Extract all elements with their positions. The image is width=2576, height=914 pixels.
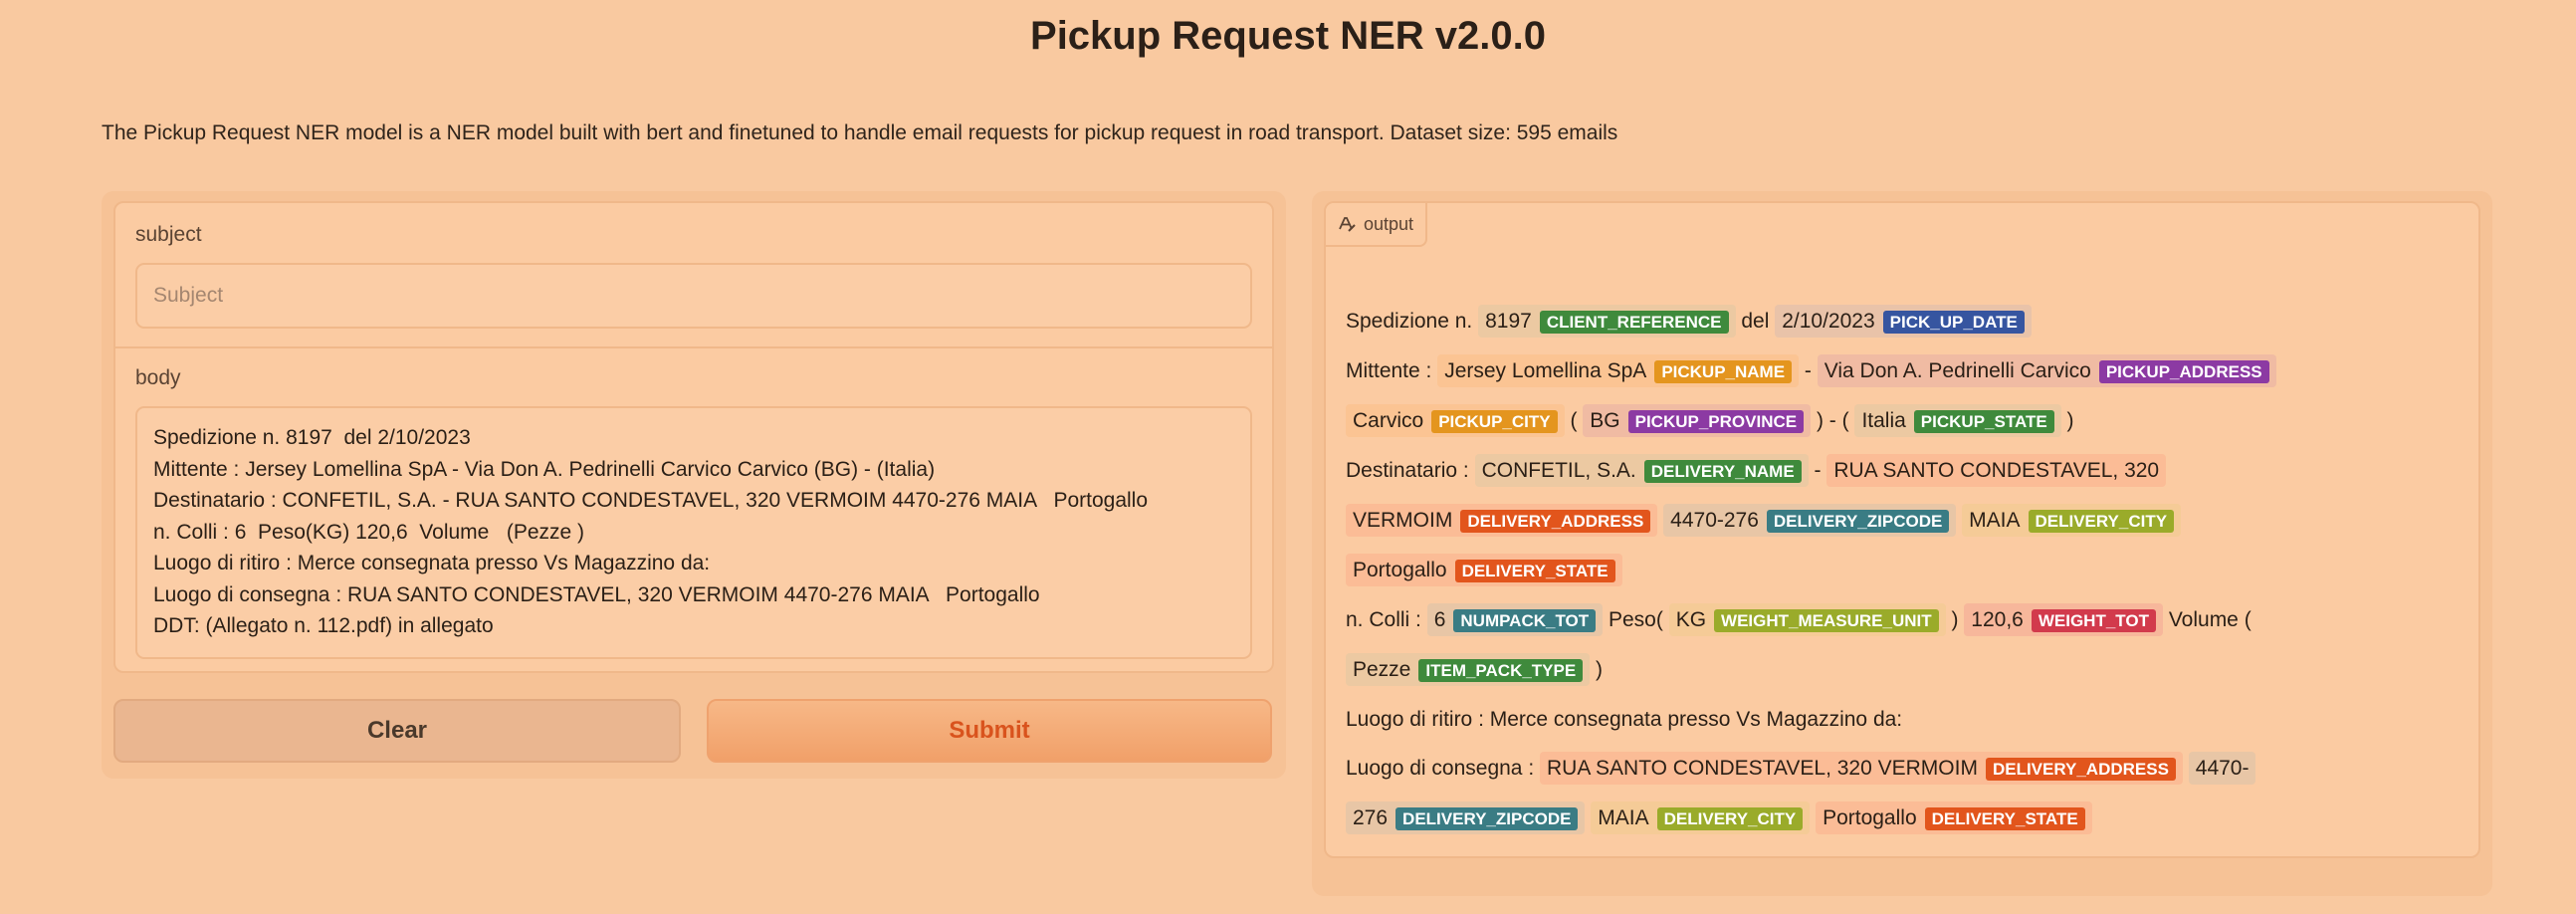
entity-label-badge: WEIGHT_TOT [2031, 609, 2156, 632]
plain-text-segment: - [1808, 459, 1827, 482]
entity-label-badge: CLIENT_REFERENCE [1539, 311, 1729, 334]
entity-label-badge: PICKUP_NAME [1654, 360, 1793, 383]
input-form: subject body Spedizione n. 8197 del 2/10… [113, 201, 1274, 673]
entity-span: Pezze ITEM_PACK_TYPE [1346, 653, 1591, 686]
page-title: Pickup Request NER v2.0.0 [1030, 14, 1546, 58]
entity-span: 120,6 WEIGHT_TOT [1964, 603, 2163, 636]
plain-text-segment [2276, 359, 2282, 382]
entity-text: Via Don A. Pedrinelli Carvico [1824, 359, 2091, 382]
entity-label-badge: DELIVERY_STATE [1924, 807, 2085, 830]
output-tag: output [1326, 203, 1428, 247]
plain-text-segment: Volume ( [2162, 608, 2257, 631]
entity-span: Via Don A. Pedrinelli Carvico PICKUP_ADDR… [1817, 354, 2276, 387]
entity-label-badge: PICKUP_PROVINCE [1627, 410, 1805, 433]
entity-text: Portogallo [1353, 559, 1447, 581]
subject-input[interactable] [135, 263, 1252, 329]
entity-label-badge: PICKUP_CITY [1431, 410, 1558, 433]
entity-span: Italia PICKUP_STATE [1854, 404, 2061, 437]
entity-label-badge: DELIVERY_NAME [1643, 460, 1802, 483]
plain-text-segment: DDT: (Allegato n. 112.pdf) in allegato [1346, 856, 1686, 858]
plain-text-segment [2181, 509, 2187, 532]
entity-text: 6 [1433, 608, 1446, 631]
entity-label-badge: WEIGHT_MEASURE_UNIT [1714, 609, 1939, 632]
plain-text-segment: - [1799, 359, 1818, 382]
entity-label-badge: DELIVERY_CITY [1656, 807, 1804, 830]
entity-text: CONFETIL, S.A. [1481, 459, 1636, 482]
entity-text: Pezze [1353, 658, 1411, 681]
entity-span: Portogallo DELIVERY_STATE [1816, 801, 2092, 834]
entity-span: CONFETIL, S.A. DELIVERY_NAME [1474, 454, 1809, 487]
entity-span: Jersey Lomellina SpA PICKUP_NAME [1437, 354, 1800, 387]
entity-label-badge: NUMPACK_TOT [1453, 609, 1597, 632]
entity-label-badge: DELIVERY_ZIPCODE [1766, 510, 1950, 533]
plain-text-segment: Peso( [1603, 608, 1669, 631]
ner-highlighted-text: Spedizione n. 8197 CLIENT_REFERENCE del 2… [1346, 297, 2457, 858]
entity-label-badge: DELIVERY_ADDRESS [1985, 758, 2176, 781]
entity-label-badge: PICKUP_ADDRESS [2098, 360, 2269, 383]
entity-span: 6 NUMPACK_TOT [1426, 603, 1604, 636]
entity-text: 2/10/2023 [1782, 310, 1875, 333]
entity-label-badge: DELIVERY_CITY [2028, 510, 2175, 533]
entity-span: Portogallo DELIVERY_STATE [1346, 554, 1622, 586]
entity-span: RUA SANTO CONDESTAVEL, 320 VERMOIM DELIVE… [1540, 752, 2183, 785]
field-divider [115, 346, 1272, 348]
entity-text: MAIA [1969, 509, 2021, 532]
output-label: output [1364, 213, 1414, 234]
entity-span: 4470-276 DELIVERY_ZIPCODE [1663, 504, 1957, 537]
entity-label-badge: PICKUP_STATE [1913, 410, 2054, 433]
entity-label-badge: DELIVERY_ADDRESS [1460, 510, 1651, 533]
plain-text-segment: n. Colli : [1346, 608, 1421, 631]
subject-label: subject [135, 223, 202, 246]
plain-text-segment: Spedizione n. [1346, 310, 1479, 333]
entity-text: 4470-276 [1670, 509, 1759, 532]
entity-span: 2/10/2023 PICK_UP_DATE [1775, 305, 2032, 338]
plain-text-segment: ( [1564, 409, 1584, 432]
clear-button[interactable]: Clear [113, 699, 681, 763]
output-card: output Spedizione n. 8197 CLIENT_REFERENC… [1324, 201, 2480, 858]
entity-span: MAIA DELIVERY_CITY [1962, 504, 2182, 537]
submit-button[interactable]: Submit [707, 699, 1272, 763]
entity-label-badge: ITEM_PACK_TYPE [1418, 659, 1584, 682]
entity-text: BG [1590, 409, 1620, 432]
model-description: The Pickup Request NER model is a NER mo… [102, 121, 1618, 144]
entity-text: KG [1675, 608, 1707, 631]
entity-text: 8197 [1485, 310, 1532, 333]
entity-span: Carvico PICKUP_CITY [1346, 404, 1565, 437]
plain-text-segment: ) - ( [1811, 409, 1855, 432]
entity-label-badge: DELIVERY_ZIPCODE [1395, 807, 1579, 830]
entity-text: Jersey Lomellina SpA [1444, 359, 1647, 382]
entity-span: 8197 CLIENT_REFERENCE [1478, 305, 1736, 338]
entity-span: KG WEIGHT_MEASURE_UNIT [1668, 603, 1946, 636]
entity-span: MAIA DELIVERY_CITY [1591, 801, 1811, 834]
entity-text: Portogallo [1823, 806, 1917, 829]
entity-text: MAIA [1598, 806, 1649, 829]
plain-text-segment: Mittente : [1346, 359, 1432, 382]
body-label: body [135, 366, 181, 389]
entity-text: RUA SANTO CONDESTAVEL, 320 VERMOIM [1547, 757, 1978, 780]
highlight-text-icon [1339, 217, 1356, 232]
entity-label-badge: PICK_UP_DATE [1882, 311, 2025, 334]
plain-text-segment: ) [1945, 608, 1965, 631]
entity-text: Italia [1861, 409, 1906, 432]
entity-label-badge: DELIVERY_STATE [1454, 560, 1615, 582]
entity-text: 120,6 [1971, 608, 2024, 631]
entity-span: BG PICKUP_PROVINCE [1583, 404, 1812, 437]
plain-text-segment [2183, 757, 2189, 780]
entity-text: Carvico [1353, 409, 1424, 432]
plain-text-segment: del [1735, 310, 1776, 333]
body-textarea[interactable]: Spedizione n. 8197 del 2/10/2023 Mittent… [135, 406, 1252, 659]
